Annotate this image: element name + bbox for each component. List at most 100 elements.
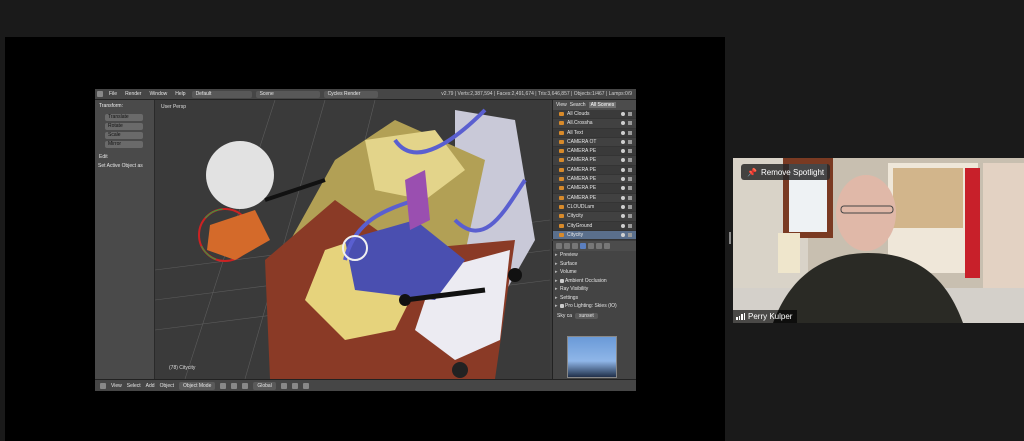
property-section[interactable]: Preview	[553, 251, 636, 260]
rotate-button[interactable]: Rotate	[105, 123, 143, 130]
screen-layout-select[interactable]: Default	[191, 90, 252, 98]
visibility-eye-icon[interactable]	[621, 139, 625, 144]
pin-icon: 📌	[747, 167, 757, 177]
orientation-select[interactable]: Global	[253, 381, 276, 390]
outliner-item-label: CAMERA PE	[567, 185, 597, 192]
property-section[interactable]: Volume	[553, 268, 636, 277]
material-tab-icon[interactable]	[604, 243, 610, 249]
shading-icon[interactable]	[220, 382, 227, 389]
outliner-item[interactable]: Citycity	[553, 212, 636, 222]
constraints-tab-icon[interactable]	[596, 243, 602, 249]
outliner-item[interactable]: CAMERA PE	[553, 184, 636, 194]
menu-window[interactable]: Window	[147, 91, 169, 97]
render-toggle-icon[interactable]	[628, 130, 632, 135]
set-active-object-label[interactable]: Set Active Object as	[95, 163, 154, 169]
object-tab-icon[interactable]	[588, 243, 594, 249]
render-toggle-icon[interactable]	[628, 177, 632, 182]
transform-header[interactable]: Transform:	[95, 100, 154, 112]
outliner-item[interactable]: CLOUDLam	[553, 203, 636, 213]
bottom-select-menu[interactable]: Select	[127, 383, 141, 389]
property-section[interactable]: Surface	[553, 260, 636, 269]
render-toggle-icon[interactable]	[628, 214, 632, 219]
visibility-eye-icon[interactable]	[621, 186, 625, 191]
render-toggle-icon[interactable]	[628, 186, 632, 191]
mirror-button[interactable]: Mirror	[105, 141, 143, 148]
visibility-eye-icon[interactable]	[621, 177, 625, 182]
render-toggle-icon[interactable]	[628, 139, 632, 144]
bottom-add-menu[interactable]: Add	[146, 383, 155, 389]
manipulator-icon[interactable]	[242, 382, 249, 389]
outliner-item[interactable]: CAMERA OT	[553, 137, 636, 148]
menu-render[interactable]: Render	[123, 91, 143, 97]
outliner-item[interactable]: CAMERA PE	[553, 156, 636, 166]
outliner-item-label: All Text	[567, 129, 584, 136]
visibility-eye-icon[interactable]	[621, 149, 625, 154]
outliner-item[interactable]: CAMERA PE	[553, 193, 636, 203]
bottom-object-menu[interactable]: Object	[160, 383, 174, 389]
edit-header[interactable]: Edit	[95, 154, 154, 160]
property-section[interactable]: Ray Visibility	[553, 285, 636, 294]
remove-spotlight-button[interactable]: 📌 Remove Spotlight	[741, 164, 831, 180]
mode-select[interactable]: Object Mode	[179, 381, 216, 390]
visibility-eye-icon[interactable]	[621, 214, 625, 219]
signal-strength-icon	[736, 313, 745, 320]
render-toggle-icon[interactable]	[628, 232, 632, 237]
render-toggle-icon[interactable]	[628, 223, 632, 228]
render-toggle-icon[interactable]	[628, 112, 632, 116]
property-section[interactable]: Settings	[553, 294, 636, 303]
render-toggle-icon[interactable]	[628, 158, 632, 163]
visibility-eye-icon[interactable]	[621, 223, 625, 228]
outliner-item[interactable]: CAMERA PE	[553, 175, 636, 185]
outliner-item[interactable]: CityGround	[553, 222, 636, 231]
layers-tab-icon[interactable]	[564, 243, 570, 249]
sky-preset-select[interactable]: sunset	[575, 312, 598, 319]
property-section[interactable]: Pro Lighting: Skies (IO)	[553, 302, 636, 311]
outliner-item[interactable]: CAMERA PE	[553, 147, 636, 157]
menu-help[interactable]: Help	[173, 91, 187, 97]
render-toggle-icon[interactable]	[628, 167, 632, 172]
visibility-eye-icon[interactable]	[621, 121, 625, 126]
object-icon	[559, 186, 564, 191]
panel-divider-handle[interactable]	[729, 232, 731, 244]
render-engine-select[interactable]: Cycles Render	[323, 90, 378, 98]
outliner-item[interactable]: All.Crossha	[553, 119, 636, 129]
3d-viewport[interactable]: User Persp (78) Citycity	[155, 100, 550, 379]
visibility-eye-icon[interactable]	[621, 130, 625, 135]
property-section[interactable]: Ambient Occlusion	[553, 277, 636, 286]
scene-tab-icon[interactable]	[572, 243, 578, 249]
translate-button[interactable]: Translate	[105, 114, 143, 121]
outliner-search-menu[interactable]: Search	[570, 102, 586, 108]
outliner-item[interactable]: All Clouds	[553, 110, 636, 120]
outliner-item[interactable]: Citycity	[553, 230, 636, 241]
layers-icon[interactable]	[280, 382, 287, 389]
visibility-eye-icon[interactable]	[621, 112, 625, 116]
sky-preview-thumbnail[interactable]	[567, 336, 617, 378]
menu-file[interactable]: File	[107, 91, 119, 97]
visibility-eye-icon[interactable]	[621, 204, 625, 209]
world-tab-icon[interactable]	[580, 243, 586, 249]
render-icon[interactable]	[302, 382, 309, 389]
render-toggle-icon[interactable]	[628, 121, 632, 126]
visibility-eye-icon[interactable]	[621, 195, 625, 200]
visibility-eye-icon[interactable]	[621, 158, 625, 163]
scene-stats: v2.79 | Verts:2,387,594 | Faces:2,491,67…	[441, 91, 632, 97]
scale-button[interactable]: Scale	[105, 132, 143, 139]
visibility-eye-icon[interactable]	[621, 167, 625, 172]
outliner-view-menu[interactable]: View	[556, 102, 567, 108]
object-icon	[559, 130, 564, 135]
participant-name-tag: Perry Kulper	[733, 310, 798, 323]
pivot-icon[interactable]	[231, 382, 238, 389]
outliner-display-mode[interactable]: All Scenes	[588, 102, 617, 108]
visibility-eye-icon[interactable]	[621, 232, 625, 237]
editor-type-icon[interactable]	[100, 382, 106, 389]
render-toggle-icon[interactable]	[628, 204, 632, 209]
scene-select[interactable]: Scene	[255, 90, 320, 98]
render-toggle-icon[interactable]	[628, 149, 632, 154]
object-icon	[559, 223, 564, 228]
snap-icon[interactable]	[291, 382, 298, 389]
bottom-view-menu[interactable]: View	[111, 383, 122, 389]
outliner-item[interactable]: CAMERA PE	[553, 166, 636, 176]
outliner-item[interactable]: All Text	[553, 129, 636, 138]
render-toggle-icon[interactable]	[628, 195, 632, 200]
render-tab-icon[interactable]	[556, 243, 562, 249]
